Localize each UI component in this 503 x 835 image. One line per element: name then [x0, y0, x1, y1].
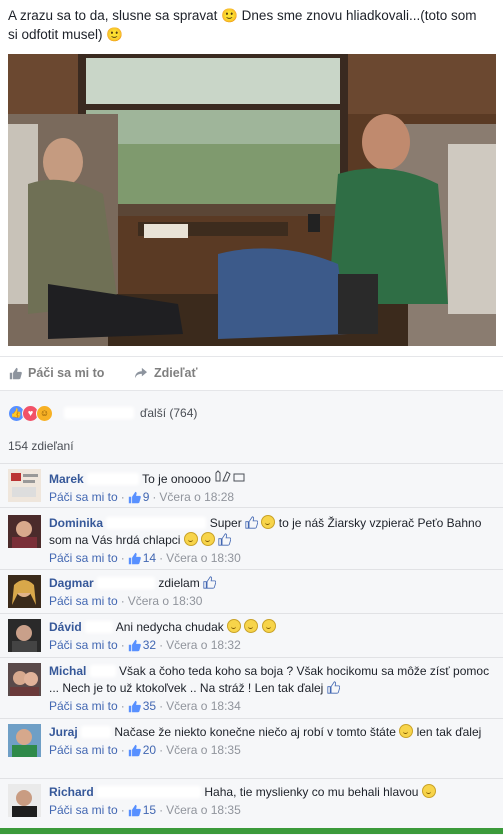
comment-author[interactable]: Richard [49, 785, 94, 799]
thumbs-up-icon [128, 700, 141, 713]
avatar-image [8, 619, 41, 652]
comment-author[interactable]: Dávid [49, 620, 82, 634]
divider [0, 613, 503, 614]
redacted-surname [87, 473, 140, 485]
post-text: A zrazu sa to da, slusne sa spravat 🙂 Dn… [8, 8, 477, 42]
redacted-names [64, 407, 134, 419]
like-button[interactable]: Páči sa mi to [9, 366, 104, 380]
comment-like-link[interactable]: Páči sa mi to [49, 802, 118, 819]
avatar-image [8, 469, 41, 502]
bottom-status-strip [0, 828, 503, 834]
comment-author[interactable]: Juraj [49, 725, 78, 739]
comment-author[interactable]: Michal [49, 664, 86, 678]
grimace-emoji-icon [421, 784, 436, 798]
avatar[interactable] [8, 784, 41, 817]
reactions-summary[interactable]: 👍 ♥ ☺ ďalší (764) [8, 403, 197, 423]
avatar[interactable] [8, 663, 41, 696]
comment-like-count[interactable]: 20 [128, 742, 156, 759]
shares-count[interactable]: 154 zdieľaní [8, 439, 74, 453]
comment-time[interactable]: Včera o 18:30 [128, 593, 203, 610]
comment-time[interactable]: Včera o 18:30 [166, 550, 241, 567]
divider [0, 507, 503, 508]
avatar[interactable] [8, 619, 41, 652]
comment-text: zdielam [158, 576, 200, 590]
comment-time[interactable]: Včera o 18:34 [166, 698, 241, 715]
comment-like-link[interactable]: Páči sa mi to [49, 550, 118, 567]
laughing-emoji-icon [244, 619, 259, 633]
avatar-image [8, 784, 41, 817]
comment-like-link[interactable]: Páči sa mi to [49, 637, 118, 654]
share-arrow-icon [135, 367, 147, 379]
avatar[interactable] [8, 469, 41, 502]
comment-time[interactable]: Včera o 18:28 [159, 489, 234, 506]
smile-emoji-icon [261, 515, 276, 529]
share-button[interactable]: Zdieľať [134, 366, 197, 380]
post-actions-bar: Páči sa mi to Zdieľať [0, 356, 503, 391]
avatar-image [8, 515, 41, 548]
comment-like-link[interactable]: Páči sa mi to [49, 489, 118, 506]
avatar-image [8, 663, 41, 696]
comment-time[interactable]: Včera o 18:32 [166, 637, 241, 654]
reactions-others[interactable]: ďalší (764) [140, 406, 197, 420]
redacted-surname [85, 621, 114, 633]
comment-text: To je onoooo [142, 472, 211, 486]
divider [0, 463, 503, 464]
comment-author[interactable]: Marek [49, 472, 84, 486]
smile-emoji-icon [399, 724, 414, 738]
laughing-emoji-icon [227, 619, 242, 633]
smile-emoji-icon [183, 532, 198, 546]
comment-like-link[interactable]: Páči sa mi to [49, 698, 118, 715]
comment-like-count[interactable]: 35 [128, 698, 156, 715]
haha-reaction-icon: ☺ [36, 404, 53, 422]
post-photo[interactable] [8, 54, 496, 346]
comment-like-count[interactable]: 15 [128, 802, 156, 819]
smile-emoji-icon [201, 532, 216, 546]
like-label: Páči sa mi to [28, 366, 105, 380]
comment-like-count[interactable]: 32 [128, 637, 156, 654]
comment-like-count[interactable]: 14 [128, 550, 156, 567]
train-compartment-image [8, 54, 496, 346]
thumbs-up-icon [128, 552, 141, 565]
comment-time[interactable]: Včera o 18:35 [166, 802, 241, 819]
thumbs-up-icon [128, 744, 141, 757]
comments-section: 👍 ♥ ☺ ďalší (764) 154 zdieľaní Marek To … [0, 390, 503, 835]
avatar[interactable] [8, 575, 41, 608]
comment-text: Ani nedycha chudak [115, 620, 224, 634]
comment-text-continued: len tak ďalej [416, 725, 482, 739]
comment-author[interactable]: Dagmar [49, 576, 94, 590]
comment-text: Super [209, 516, 242, 530]
comment-text: Haha, tie myslienky co mu behali hlavou [204, 785, 419, 799]
thumbs-up-icon [245, 516, 259, 529]
thumbs-up-icon [128, 639, 141, 652]
comment-author[interactable]: Dominika [49, 516, 103, 530]
comment-like-link[interactable]: Páči sa mi to [49, 593, 118, 610]
comment-like-link[interactable]: Páči sa mi to [49, 742, 118, 759]
thumbs-up-icon [218, 533, 232, 546]
divider [0, 778, 503, 779]
divider [0, 569, 503, 570]
avatar[interactable] [8, 724, 41, 757]
comment-text: Načase že niekto konečne niečo aj robí v… [114, 725, 396, 739]
redacted-surname [81, 726, 112, 738]
redacted-surname [106, 517, 207, 529]
thumbs-up-icon [128, 804, 141, 817]
avatar[interactable] [8, 515, 41, 548]
thumbs-up-icon [9, 367, 22, 379]
divider [0, 718, 503, 719]
redacted-surname [97, 577, 156, 589]
laughing-emoji-icon [261, 619, 276, 633]
thumbs-up-icon [128, 491, 141, 504]
hand-gesture-icons [215, 470, 245, 482]
redacted-surname [89, 665, 116, 677]
thumbs-up-icon [327, 681, 340, 694]
thumbs-up-icon [203, 576, 217, 589]
avatar-image [8, 724, 41, 757]
divider [0, 657, 503, 658]
redacted-surname [97, 786, 202, 798]
comment-like-count[interactable]: 9 [128, 489, 149, 506]
comment-time[interactable]: Včera o 18:35 [166, 742, 241, 759]
avatar-image [8, 575, 41, 608]
share-label: Zdieľať [154, 366, 198, 380]
